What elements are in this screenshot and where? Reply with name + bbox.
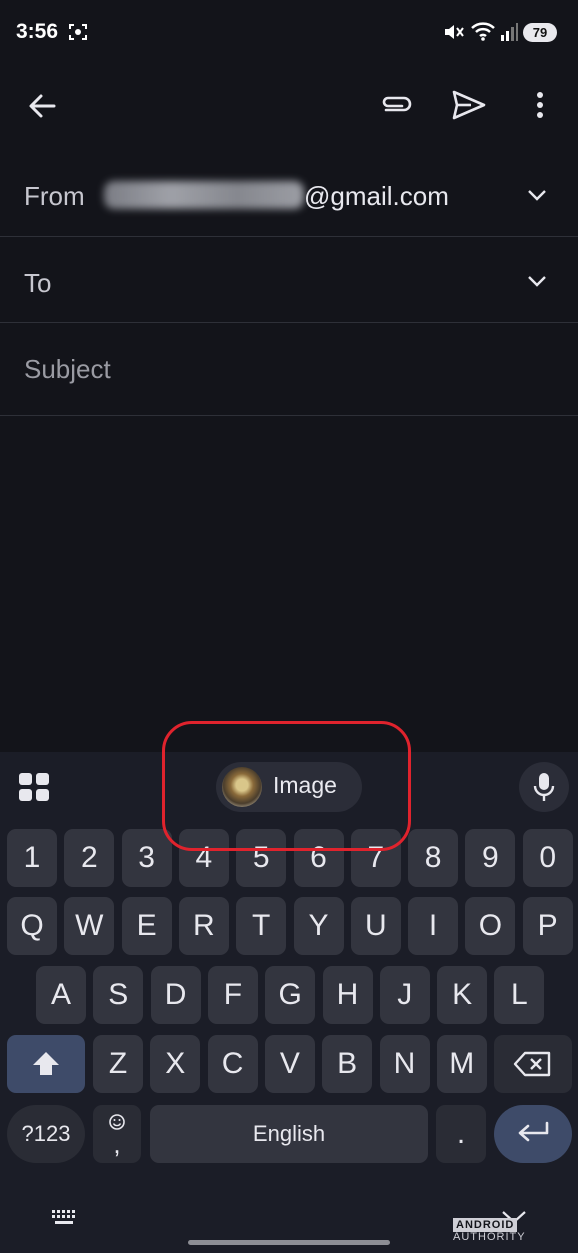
key-9[interactable]: 9 xyxy=(465,829,516,887)
shift-icon xyxy=(33,1052,59,1075)
key-t[interactable]: T xyxy=(236,897,287,955)
key-g[interactable]: G xyxy=(265,966,316,1024)
key-8[interactable]: 8 xyxy=(408,829,459,887)
key-3[interactable]: 3 xyxy=(121,829,172,887)
key-m[interactable]: M xyxy=(436,1035,487,1093)
status-time: 3:56 xyxy=(16,20,59,43)
mic-icon xyxy=(533,773,555,801)
key-o[interactable]: O xyxy=(465,897,516,955)
back-arrow-icon[interactable] xyxy=(24,88,60,124)
key-c[interactable]: C xyxy=(207,1035,258,1093)
key-j[interactable]: J xyxy=(379,966,430,1024)
screen-record-icon xyxy=(69,24,87,40)
key-n[interactable]: N xyxy=(379,1035,430,1093)
send-icon[interactable] xyxy=(450,88,488,122)
watermark-part1: ANDROID xyxy=(453,1218,518,1232)
key-b[interactable]: B xyxy=(322,1035,373,1093)
key-f[interactable]: F xyxy=(207,966,258,1024)
key-0[interactable]: 0 xyxy=(522,829,573,887)
enter-icon xyxy=(518,1121,549,1142)
key-v[interactable]: V xyxy=(264,1035,315,1093)
watermark: ANDROID AUTHORITY xyxy=(453,1218,578,1243)
key-x[interactable]: X xyxy=(150,1035,201,1093)
key-h[interactable]: H xyxy=(322,966,373,1024)
key-e[interactable]: E xyxy=(121,897,172,955)
from-label: From xyxy=(24,181,85,211)
enter-key[interactable] xyxy=(494,1105,572,1163)
period-key[interactable]: . xyxy=(436,1105,486,1163)
subject-placeholder: Subject xyxy=(24,354,111,384)
shift-key[interactable] xyxy=(7,1035,85,1093)
attachment-icon[interactable] xyxy=(376,90,416,120)
key-d[interactable]: D xyxy=(150,966,201,1024)
backspace-key[interactable] xyxy=(494,1035,572,1093)
key-u[interactable]: U xyxy=(350,897,401,955)
more-options-icon[interactable] xyxy=(528,88,552,122)
chevron-down-icon[interactable] xyxy=(526,188,548,202)
key-y[interactable]: Y xyxy=(293,897,344,955)
battery-indicator: 79 xyxy=(523,23,557,42)
key-s[interactable]: S xyxy=(93,966,144,1024)
key-z[interactable]: Z xyxy=(93,1035,143,1093)
from-email-domain: @gmail.com xyxy=(304,181,449,211)
wifi-icon xyxy=(471,22,495,41)
key-1[interactable]: 1 xyxy=(7,829,57,887)
blurred-email-username xyxy=(104,181,304,209)
to-label: To xyxy=(24,268,52,298)
key-l[interactable]: L xyxy=(494,966,545,1024)
key-r[interactable]: R xyxy=(178,897,229,955)
cell-signal-icon xyxy=(501,23,518,41)
backspace-icon xyxy=(513,1051,551,1077)
key-p[interactable]: P xyxy=(522,897,573,955)
comma-label: , xyxy=(113,1129,121,1159)
key-w[interactable]: W xyxy=(64,897,115,955)
space-key[interactable]: English xyxy=(150,1105,428,1163)
key-q[interactable]: Q xyxy=(7,897,57,955)
chevron-down-icon[interactable] xyxy=(526,274,548,288)
key-i[interactable]: I xyxy=(408,897,459,955)
symbols-key[interactable]: ?123 xyxy=(7,1105,85,1163)
key-k[interactable]: K xyxy=(437,966,488,1024)
email-body-field[interactable] xyxy=(0,416,578,752)
apps-grid-icon[interactable] xyxy=(18,772,50,802)
gesture-handle[interactable] xyxy=(188,1240,390,1245)
key-2[interactable]: 2 xyxy=(64,829,115,887)
key-a[interactable]: A xyxy=(36,966,86,1024)
mute-icon xyxy=(445,25,464,39)
to-row[interactable] xyxy=(0,237,578,323)
keyboard-switch-icon[interactable] xyxy=(50,1208,80,1228)
highlight-annotation xyxy=(162,721,411,851)
emoji-comma-key[interactable]: , xyxy=(93,1105,141,1163)
watermark-part2: AUTHORITY xyxy=(453,1231,526,1243)
